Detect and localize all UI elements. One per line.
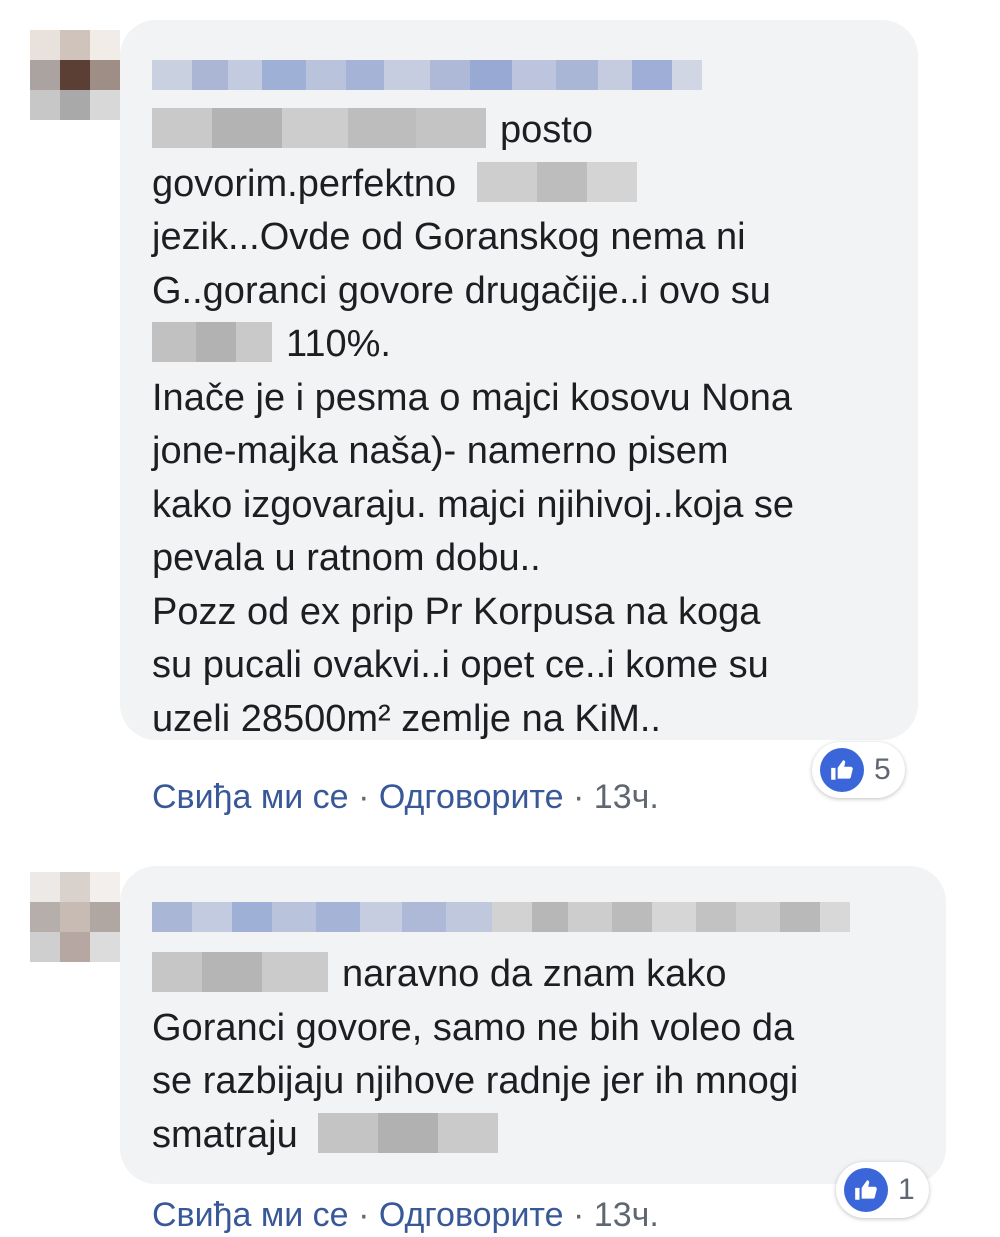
comment-line: uzeli 28500m² zemlje na KiM.. — [152, 693, 888, 747]
thumbs-up-icon — [820, 748, 864, 792]
comment-line: posto — [152, 104, 888, 158]
comment-actions: Свиђа ми се · Одговорите · 13ч. — [152, 778, 659, 817]
comment-line-text: 110%. — [286, 323, 391, 365]
comment-line-text: posto — [500, 109, 593, 151]
comment-bubble: naravno da znam kako Goranci govore, sam… — [120, 866, 946, 1184]
timestamp[interactable]: 13ч. — [594, 778, 659, 816]
redacted-text — [476, 161, 637, 202]
redacted-text — [152, 322, 272, 362]
comment-line: govorim.perfektno — [152, 158, 888, 212]
comment-text: naravno da znam kako Goranci govore, sam… — [152, 948, 916, 1162]
comment-line: jezik...Ovde od Goranskog nema ni — [152, 211, 888, 265]
comment-bubble: posto govorim.perfektno jezik...Ovde od … — [120, 20, 918, 740]
redacted-text — [152, 108, 486, 148]
comment-line: smatraju — [152, 1109, 916, 1163]
separator: · — [358, 1196, 370, 1234]
comment-line: naravno da znam kako — [152, 948, 916, 1002]
avatar[interactable] — [30, 872, 120, 962]
avatar[interactable] — [30, 30, 120, 120]
separator: · — [573, 1196, 585, 1234]
author-name-redacted[interactable] — [152, 902, 916, 932]
like-link[interactable]: Свиђа ми се — [152, 1196, 349, 1234]
comment-line: su pucali ovakvi..i opet ce..i kome su — [152, 639, 888, 693]
comment-line: 110%. — [152, 318, 888, 372]
comment-line-text: jone-majka naša)- namerno pisem — [152, 430, 729, 472]
reply-link[interactable]: Одговорите — [379, 778, 564, 816]
comment-line: se razbijaju njihove radnje jer ih mnogi — [152, 1055, 916, 1109]
comment-line-text: naravno da znam kako — [342, 953, 727, 995]
comment-line-text: su pucali ovakvi..i opet ce..i kome su — [152, 644, 769, 686]
comment-line-text: pevala u ratnom dobu.. — [152, 537, 541, 579]
reply-link[interactable]: Одговорите — [379, 1196, 564, 1234]
timestamp[interactable]: 13ч. — [594, 1196, 659, 1234]
comment-line-text: se razbijaju njihove radnje jer ih mnogi — [152, 1060, 799, 1102]
comment-line-text: Inače je i pesma o majci kosovu Nona — [152, 376, 792, 419]
comment-line: Inače je i pesma o majci kosovu Nona — [152, 372, 888, 426]
separator: · — [358, 778, 370, 816]
separator: · — [573, 778, 585, 816]
comment-line: jone-majka naša)- namerno pisem — [152, 425, 888, 479]
comment-line: kako izgovaraju. majci njihivoj..koja se — [152, 479, 888, 533]
comment-text: posto govorim.perfektno jezik...Ovde od … — [152, 104, 888, 746]
comment-line-text: kako izgovaraju. majci njihivoj..koja se — [152, 483, 795, 526]
comment-line: Pozz od ex prip Pr Korpusa na koga — [152, 586, 888, 640]
comment-line-text: Pozz od ex prip Pr Korpusa na koga — [152, 590, 761, 633]
redacted-text — [152, 952, 328, 992]
comment-line-text: smatraju — [152, 1113, 298, 1156]
comment-line-text: govorim.perfektno — [152, 162, 457, 205]
comment-line-text: Goranci govore, samo ne bih voleo da — [152, 1006, 795, 1049]
comment-actions: Свиђа ми се · Одговорите · 13ч. — [152, 1196, 659, 1235]
like-link[interactable]: Свиђа ми се — [152, 778, 349, 816]
redacted-text — [318, 1112, 499, 1153]
reaction-count: 5 — [874, 753, 891, 786]
comment-line: G..goranci govore drugačije..i ovo su — [152, 265, 888, 319]
reaction-summary[interactable]: 5 — [812, 742, 905, 798]
reaction-summary[interactable]: 1 — [836, 1162, 929, 1218]
reaction-count: 1 — [898, 1173, 915, 1206]
comment-line-text: G..goranci govore drugačije..i ovo su — [152, 269, 771, 312]
comment-line-text: jezik...Ovde od Goranskog nema ni — [152, 216, 746, 258]
comment-line: pevala u ratnom dobu.. — [152, 532, 888, 586]
thumbs-up-icon — [844, 1168, 888, 1212]
author-name-redacted[interactable] — [152, 60, 888, 90]
comment-line: Goranci govore, samo ne bih voleo da — [152, 1002, 916, 1056]
comment-line-text: uzeli 28500m² zemlje na KiM.. — [152, 697, 661, 740]
